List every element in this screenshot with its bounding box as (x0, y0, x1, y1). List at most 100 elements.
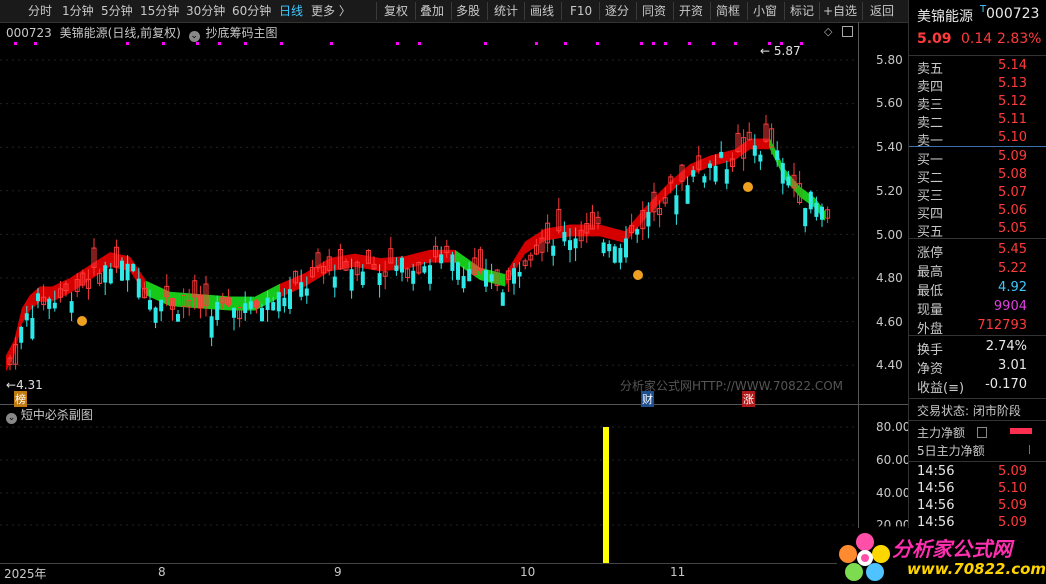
candle-body (646, 212, 651, 227)
candle-body (248, 301, 253, 309)
candle-body (19, 326, 24, 343)
low-marker: ←4.31 (6, 378, 43, 392)
quote-stock-code: 000723 (986, 6, 1040, 22)
period-15min[interactable]: 15分钟 (140, 3, 179, 19)
candle-body (52, 302, 57, 309)
window-icon[interactable] (842, 26, 853, 37)
quote-row: 卖一 5.10 (909, 130, 1046, 149)
candle-body (702, 176, 707, 183)
stat-label: 最高 (917, 265, 944, 280)
candle-body (209, 316, 214, 338)
candle-body (461, 276, 466, 289)
chip-band-segment (710, 149, 735, 167)
candle-body (377, 273, 382, 286)
period-60min[interactable]: 60分钟 (232, 3, 271, 19)
candle-body (775, 150, 780, 160)
button-small-window[interactable]: 小窗 (753, 3, 777, 19)
signal-dot (734, 42, 737, 45)
candle-body (243, 303, 248, 313)
button-open-capital[interactable]: 开资 (679, 3, 703, 19)
stat-label: 现量 (917, 303, 944, 318)
quote-row: 收益(≡) -0.170 (909, 377, 1046, 396)
tick-price: 5.10 (998, 481, 1027, 496)
logo-url: www.70822.com (907, 560, 1046, 578)
candle-body (568, 240, 572, 250)
candle-body (69, 301, 74, 313)
button-restore-rights[interactable]: 复权 (384, 3, 408, 19)
candle-body (136, 278, 141, 298)
sub-chart[interactable] (0, 405, 858, 563)
candlestick-chart[interactable] (0, 38, 858, 406)
main-net-5d-bar (1029, 445, 1030, 454)
candle-body (450, 254, 455, 271)
period-5min[interactable]: 5分钟 (101, 3, 133, 19)
tick-row: 14:56 5.09 (909, 498, 1046, 515)
button-mark[interactable]: 标记 (790, 3, 814, 19)
candle-body (612, 246, 617, 263)
y-tick: 5.40 (876, 140, 903, 154)
button-overlay[interactable]: 叠加 (420, 3, 444, 19)
stat-label: 净资 (917, 362, 944, 377)
main-net-label: 主力净额 (917, 426, 966, 440)
collapse-icon[interactable]: ◇ (824, 25, 832, 38)
x-axis (0, 563, 858, 584)
axis-divider (858, 22, 859, 583)
candle-body (30, 317, 35, 339)
ask-price: 5.11 (998, 112, 1027, 127)
button-tick-by-tick[interactable]: 逐分 (605, 3, 629, 19)
stat-value: 3.01 (998, 358, 1027, 373)
candle-body (685, 185, 690, 204)
quote-row: 最低 4.92 (909, 280, 1046, 299)
candle-body (24, 313, 29, 321)
button-simple-frame[interactable]: 简框 (716, 3, 740, 19)
button-same-capital[interactable]: 同资 (642, 3, 666, 19)
candle-body (260, 308, 264, 322)
candle-body (484, 270, 488, 287)
money-bag-icon (633, 270, 643, 280)
button-draw-line[interactable]: 画线 (530, 3, 554, 19)
ask-label: 卖四 (917, 80, 944, 95)
chip-band-segment (625, 207, 645, 243)
signal-dot (196, 42, 199, 45)
button-multi-stock[interactable]: 多股 (456, 3, 480, 19)
logo-text: 分析家公式网 (892, 537, 1012, 561)
period-more[interactable]: 更多 〉 (311, 3, 351, 19)
button-f10[interactable]: F10 (570, 3, 592, 19)
signal-dot (330, 42, 333, 45)
signal-dot (418, 42, 421, 45)
main-net-bar (1010, 428, 1032, 434)
signal-dot (126, 42, 129, 45)
tick-price: 5.09 (998, 464, 1027, 479)
tick-time: 14:56 (917, 481, 955, 496)
y-tick: 4.80 (876, 271, 903, 285)
ask-price: 5.13 (998, 76, 1027, 91)
signal-dot (535, 42, 538, 45)
candle-body (125, 263, 130, 281)
x-tick: 2025年 (4, 567, 47, 581)
candle-body (758, 154, 763, 162)
button-back[interactable]: 返回 (870, 3, 894, 19)
period-intraday[interactable]: 分时 (28, 3, 52, 19)
y-tick: 5.00 (876, 228, 903, 242)
stat-value: 4.92 (998, 280, 1027, 295)
signal-dot (484, 42, 487, 45)
quote-panel: 美锦能源 T 000723 5.09 0.14 2.83% 卖五 5.14 卖四 5.… (908, 0, 1046, 583)
bid-price: 5.09 (998, 149, 1027, 164)
bid-price: 5.06 (998, 203, 1027, 218)
sub-y-tick: 60.00 (876, 453, 911, 467)
candle-body (562, 231, 567, 242)
period-1min[interactable]: 1分钟 (62, 3, 94, 19)
detail-icon[interactable] (977, 427, 987, 438)
money-bag-icon (743, 182, 753, 192)
period-daily[interactable]: 日线 (279, 3, 303, 19)
bid-price: 5.08 (998, 167, 1027, 182)
tick-price: 5.09 (998, 498, 1027, 513)
candle-body (232, 307, 236, 318)
period-30min[interactable]: 30分钟 (186, 3, 225, 19)
tick-row: 14:56 5.09 (909, 464, 1046, 481)
y-tick: 4.40 (876, 358, 903, 372)
button-add-favorite[interactable]: +自选 (823, 3, 857, 19)
y-tick: 5.80 (876, 53, 903, 67)
button-statistics[interactable]: 统计 (494, 3, 518, 19)
sub-chart-bar (603, 427, 609, 563)
